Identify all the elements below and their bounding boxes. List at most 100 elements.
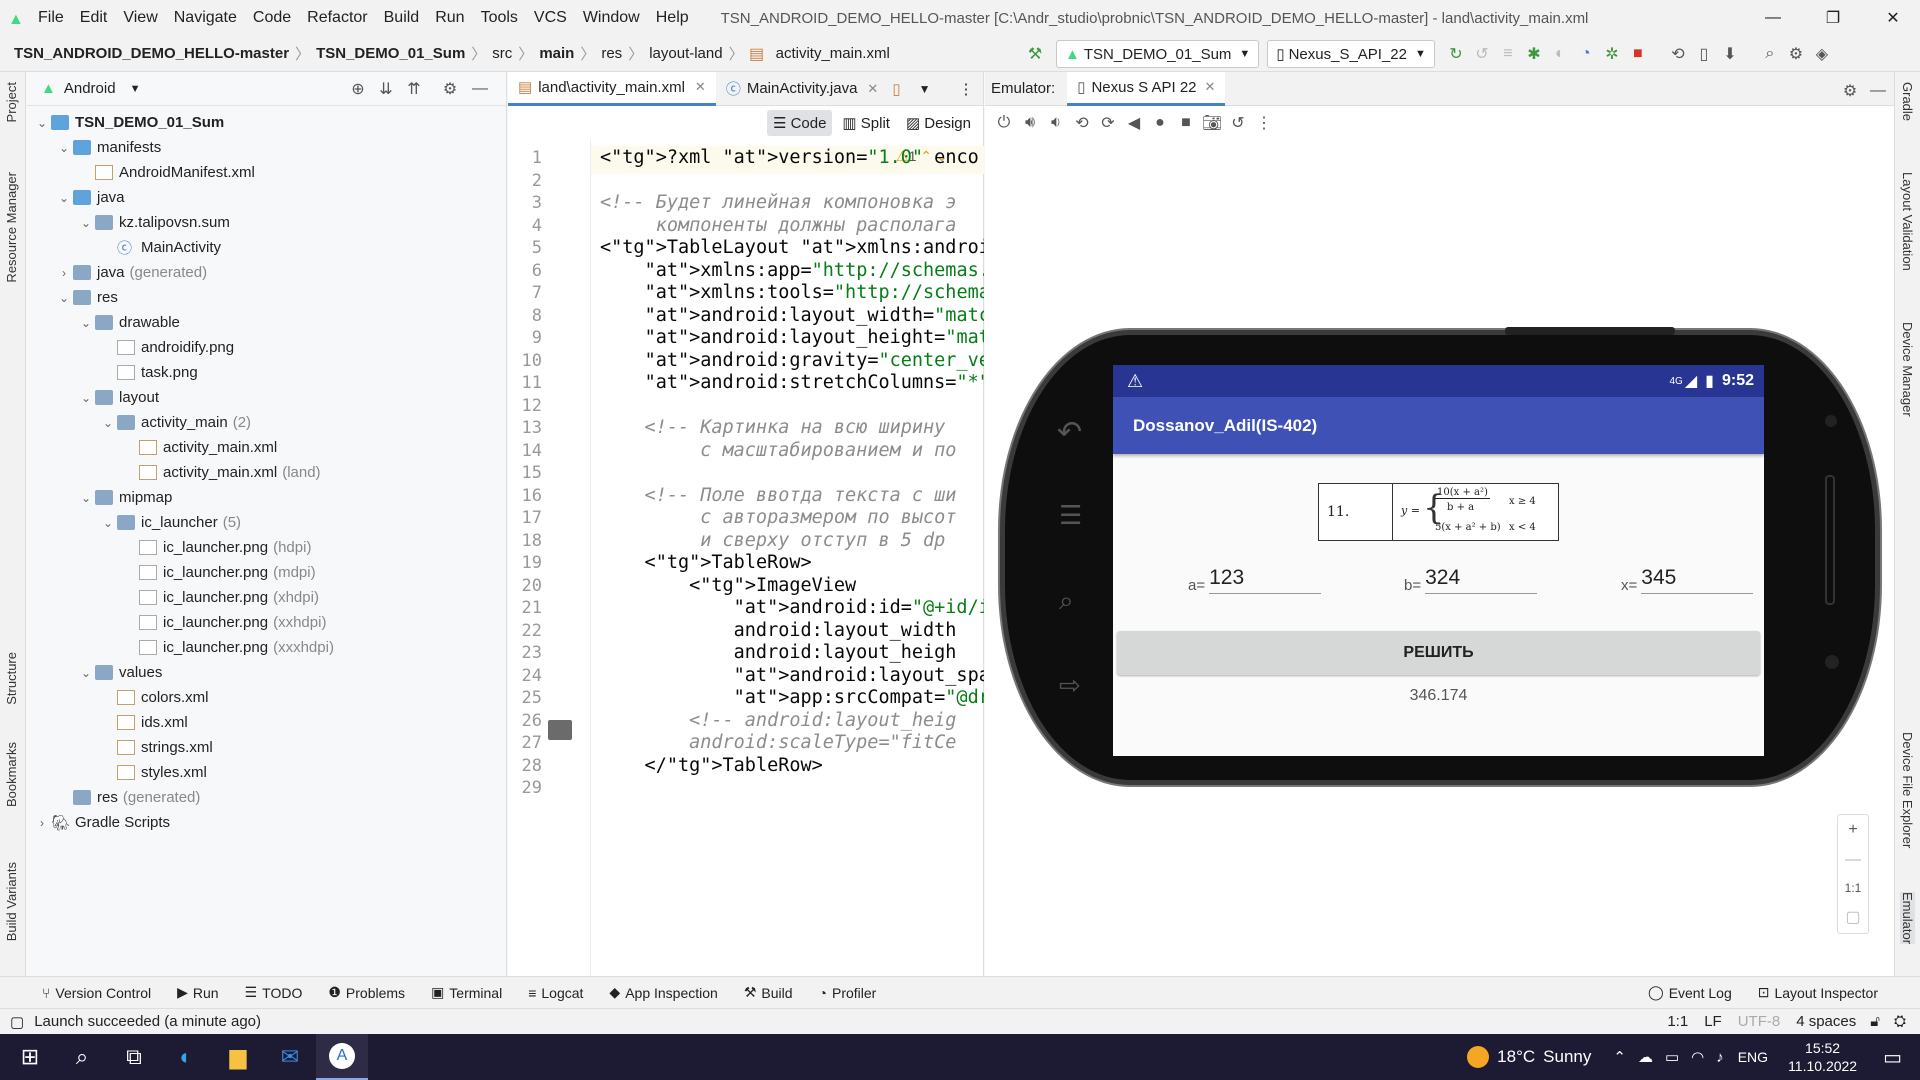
code-line[interactable]: <"tg">TableRow> (600, 552, 812, 573)
more-tabs-icon[interactable]: ▯ (892, 80, 900, 98)
tool-tab-emulator[interactable]: Emulator (1900, 892, 1915, 945)
chevron-down-icon[interactable]: ⌄ (77, 491, 95, 505)
minimize-icon[interactable]: — (1750, 0, 1796, 36)
code-line[interactable]: <!-- Картинка на всю ширину (600, 417, 946, 438)
chevron-down-icon[interactable]: ⌄ (55, 191, 73, 205)
hammer-icon[interactable]: ⚒ (1022, 41, 1048, 67)
breadcrumb-src[interactable]: src (486, 45, 518, 62)
locate-icon[interactable]: ⊕ (345, 76, 371, 102)
android-studio-taskbar-icon[interactable]: A (316, 1034, 368, 1080)
menu-refactor[interactable]: Refactor (307, 9, 367, 27)
code-line[interactable]: </"tg">TableRow> (600, 755, 823, 776)
attach-debugger-icon[interactable]: ✲ (1599, 41, 1625, 67)
profile-icon[interactable]: ◔ (1573, 41, 1599, 67)
tab-activity-main-land[interactable]: ▤ land\activity_main.xml ✕ (508, 71, 716, 106)
maximize-icon[interactable]: ❐ (1810, 0, 1856, 36)
tool-tab-run[interactable]: ▶ Run (177, 984, 218, 1001)
coverage-icon[interactable]: ◐ (1547, 41, 1573, 67)
menu-code[interactable]: Code (253, 9, 291, 27)
weather-sun-icon[interactable] (1467, 1046, 1490, 1068)
tool-tab-build-variants[interactable]: Build Variants (4, 862, 19, 941)
rotate-left-icon[interactable]: ⟲ (1069, 110, 1095, 136)
tool-tab-problems[interactable]: ❶ Problems (328, 984, 405, 1001)
zoom-fit-icon[interactable]: ▢ (1845, 907, 1860, 927)
tool-tab-event-log[interactable]: ◯ Event Log (1648, 984, 1732, 1001)
chevron-down-icon[interactable]: ⌄ (99, 416, 117, 430)
tree-item[interactable]: ⌄ manifests (55, 135, 161, 160)
code-line[interactable]: "at">android:layout_height="match (600, 327, 984, 348)
tool-tab-structure[interactable]: Structure (4, 652, 19, 705)
code-line[interactable]: android:layout_width (600, 620, 957, 641)
chevron-down-icon[interactable]: ⌄ (77, 391, 95, 405)
sync-gradle-icon[interactable]: ⟲ (1665, 41, 1691, 67)
hide-panel-icon[interactable]: — (1865, 78, 1891, 104)
status-message[interactable]: Launch succeeded (a minute ago) (34, 1013, 261, 1030)
close-tab-icon[interactable]: ✕ (867, 81, 878, 97)
tool-tab-version-control[interactable]: ⑂ Version Control (42, 985, 151, 1001)
chevron-right-icon[interactable]: › (33, 816, 51, 830)
device-select[interactable]: ▯ Nexus_S_API_22 ▼ (1267, 40, 1435, 68)
tool-tab-layout-validation[interactable]: Layout Validation (1900, 172, 1915, 271)
code-line[interactable]: "at">app:srcCompat="@draw (600, 687, 984, 708)
tool-tab-profiler[interactable]: ◔ Profiler (819, 985, 877, 1001)
breadcrumb-file[interactable]: activity_main.xml (770, 45, 896, 62)
battery-icon[interactable]: ▭ (1665, 1048, 1679, 1066)
indent-setting[interactable]: 4 spaces (1796, 1013, 1856, 1030)
line-separator[interactable]: LF (1704, 1013, 1722, 1030)
close-tab-icon[interactable]: ✕ (1205, 79, 1216, 95)
tool-tab-app-inspection[interactable]: ◆ App Inspection (609, 984, 717, 1001)
sdk-manager-icon[interactable]: ⬇ (1717, 41, 1743, 67)
code-line[interactable]: "at">android:stretchColumns="*"> (600, 372, 984, 393)
code-line[interactable]: с авторазмером по высот (600, 507, 956, 528)
field-a-input[interactable]: 123 (1209, 566, 1322, 594)
collapse-all-icon[interactable]: ⇈ (401, 76, 427, 102)
solve-button[interactable]: РЕШИТЬ (1117, 631, 1760, 675)
tool-tab-layout-inspector[interactable]: ⊡ Layout Inspector (1758, 984, 1878, 1001)
snapshot-icon[interactable]: ↺ (1225, 110, 1251, 136)
image-gutter-icon[interactable] (548, 720, 572, 740)
tool-tab-build[interactable]: ⚒ Build (744, 984, 793, 1001)
code-line[interactable]: <!-- Поле ввотда текста с ши (600, 485, 957, 506)
code-line[interactable]: "at">xmlns:tools="http://schemas. (600, 282, 984, 303)
breadcrumb-layout-land[interactable]: layout-land (643, 45, 728, 62)
windows-start-icon[interactable]: ⊞ (4, 1034, 56, 1080)
menu-view[interactable]: View (123, 9, 157, 27)
power-icon[interactable]: ⏻ (991, 110, 1017, 136)
code-line[interactable]: <!-- android:layout_heig (600, 710, 956, 731)
chevron-down-icon[interactable]: ⌄ (33, 116, 51, 130)
task-view-icon[interactable]: ⧉ (108, 1034, 160, 1080)
notifications-icon[interactable]: ▭ (1883, 1045, 1902, 1070)
menu-file[interactable]: File (38, 9, 64, 27)
tree-item[interactable]: colors.xml (99, 685, 209, 710)
code-line[interactable]: "at">xmlns:app="http://schemas.an (600, 260, 984, 281)
zoom-out-icon[interactable]: — (1845, 851, 1861, 869)
mode-design[interactable]: ▨ Design (900, 110, 977, 136)
tree-item[interactable]: ic_launcher.png (xxxhdpi) (121, 635, 334, 660)
chevron-right-icon[interactable]: › (55, 266, 73, 280)
temperature[interactable]: 18°C (1497, 1047, 1535, 1067)
menu-build[interactable]: Build (384, 9, 420, 27)
chevron-down-icon[interactable]: ⌄ (99, 516, 117, 530)
code-line[interactable]: "at">android:id="@+id/ima (600, 597, 984, 618)
tool-tab-gradle[interactable]: Gradle (1900, 82, 1915, 121)
chevron-down-icon[interactable]: ⌄ (77, 316, 95, 330)
settings-icon[interactable]: ⚙ (1783, 41, 1809, 67)
code-line[interactable]: android:layout_heigh (600, 642, 957, 663)
breadcrumb-main[interactable]: main (533, 45, 580, 62)
back-icon[interactable]: ◀ (1121, 110, 1147, 136)
code-line[interactable]: android:scaleType="fitCe (600, 732, 956, 753)
code-line[interactable]: <"tg">TableLayout "at">xmlns:android="ht… (600, 237, 984, 258)
code-line[interactable]: "at">android:layout_span= (600, 665, 984, 686)
chevron-down-icon[interactable]: ⌄ (55, 141, 73, 155)
code-area[interactable]: ⚠1 ⌃ ⌄ 1 <"tg">?xml "at">version="1.0" en… (508, 140, 984, 976)
expand-all-icon[interactable]: ⇊ (373, 76, 399, 102)
code-line[interactable]: <"tg">ImageView (600, 575, 856, 596)
tree-item[interactable]: styles.xml (99, 760, 207, 785)
tool-tab-bookmarks[interactable]: Bookmarks (4, 742, 19, 807)
tool-tab-todo[interactable]: ☰ TODO (245, 984, 303, 1001)
breadcrumb-res[interactable]: res (595, 45, 628, 62)
more-icon[interactable]: ⋮ (1251, 110, 1277, 136)
code-line[interactable]: <!-- Будет линейная компоновка э (600, 192, 956, 213)
tree-item[interactable]: ⌄ mipmap (77, 485, 172, 510)
weather-text[interactable]: Sunny (1543, 1047, 1591, 1067)
